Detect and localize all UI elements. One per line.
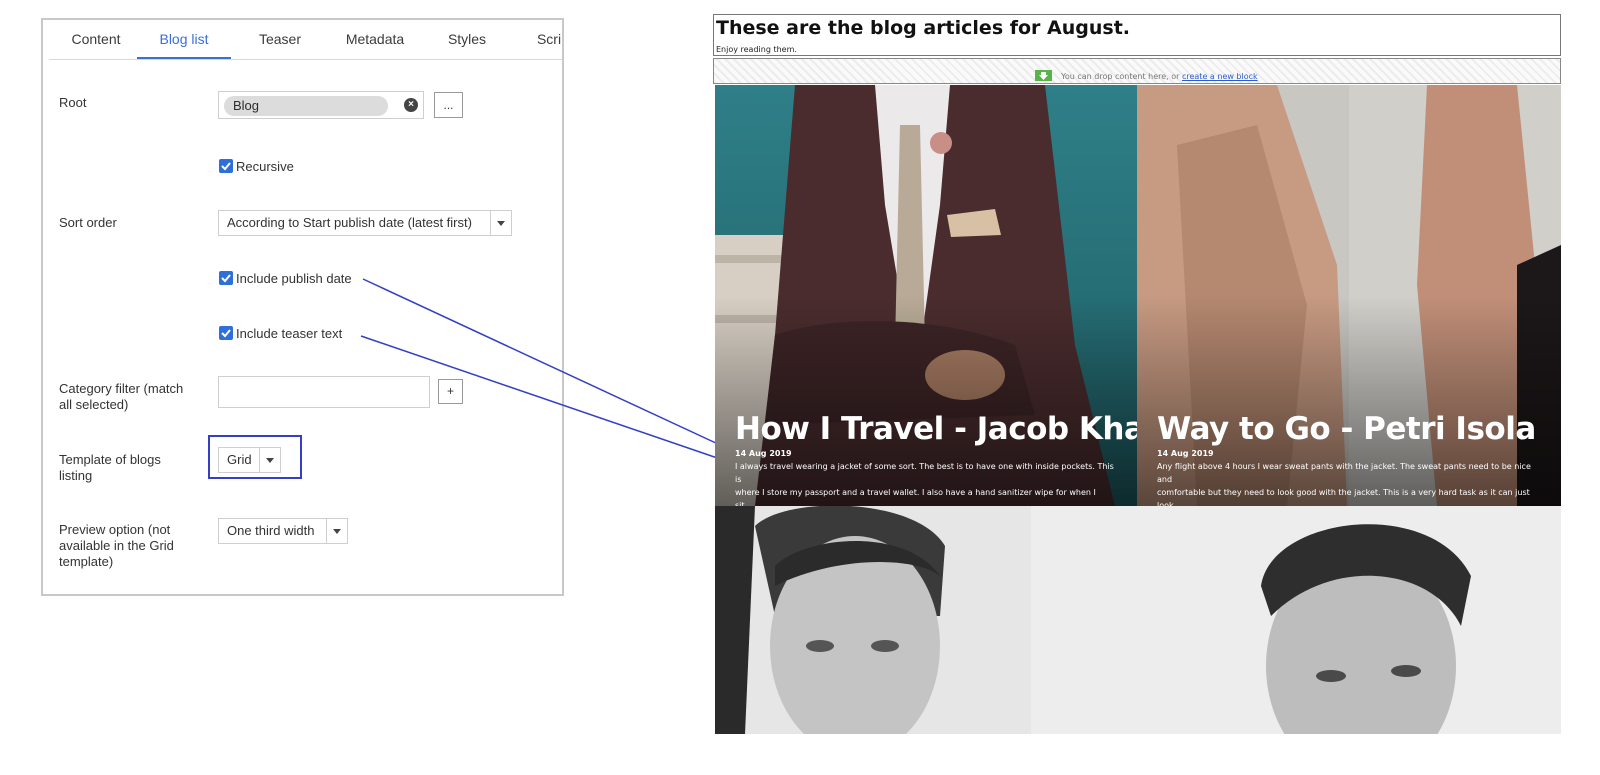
category-filter-label-line2: all selected) — [59, 397, 129, 412]
sort-order-label: Sort order — [59, 215, 117, 230]
include-teaser-text-label: Include teaser text — [236, 326, 343, 341]
include-teaser-text-checkbox[interactable] — [219, 326, 233, 340]
blog-card-image-portrait — [715, 506, 1031, 734]
template-label-line1: Template of blogs — [59, 452, 161, 467]
settings-tabs: Content Blog list Teaser Metadata Styles… — [49, 20, 562, 60]
drop-arrow-icon — [1035, 70, 1052, 81]
checkmark-icon — [221, 162, 231, 171]
include-publish-date-label: Include publish date — [236, 271, 352, 286]
blog-card-teaser: I always travel wearing a jacket of some… — [735, 460, 1115, 506]
preview-option-label: Preview option (not available in the Gri… — [59, 522, 174, 570]
root-value: Blog — [233, 98, 260, 113]
preview-option-value: One third width — [227, 523, 315, 538]
root-field[interactable]: Blog × — [218, 91, 424, 119]
tab-blog-list[interactable]: Blog list — [137, 20, 231, 59]
create-new-block-link[interactable]: create a new block — [1182, 72, 1258, 81]
blog-card-2[interactable]: Way to Go - Petri Isola 14 Aug 2019 Any … — [1137, 85, 1561, 506]
blog-card-teaser-line2: comfortable but they need to look good w… — [1157, 488, 1530, 506]
preview-option-select[interactable]: One third width — [218, 518, 348, 544]
chevron-down-icon — [490, 211, 511, 235]
template-value: Grid — [227, 452, 252, 467]
preview-option-label-line3: template) — [59, 554, 114, 569]
sort-order-select[interactable]: According to Start publish date (latest … — [218, 210, 512, 236]
heading-block[interactable]: These are the blog articles for August. … — [713, 14, 1561, 56]
recursive-label: Recursive — [236, 159, 294, 174]
include-publish-date-checkbox[interactable] — [219, 271, 233, 285]
tab-teaser[interactable]: Teaser — [245, 20, 315, 59]
sort-order-value: According to Start publish date (latest … — [227, 215, 472, 230]
blog-list-settings-panel: Content Blog list Teaser Metadata Styles… — [41, 18, 564, 596]
tab-content[interactable]: Content — [61, 20, 131, 59]
template-label-line2: listing — [59, 468, 93, 483]
add-category-button[interactable]: + — [438, 379, 463, 404]
blog-card-title[interactable]: Way to Go - Petri Isola — [1157, 411, 1536, 447]
blog-card-teaser: Any flight above 4 hours I wear sweat pa… — [1157, 460, 1537, 506]
root-label: Root — [59, 95, 87, 110]
drop-zone-text: You can drop content here, or create a n… — [1061, 72, 1258, 81]
root-value-pill: Blog — [224, 96, 388, 116]
preview-option-label-line1: Preview option (not — [59, 522, 171, 537]
blog-card-teaser-line1: I always travel wearing a jacket of some… — [735, 462, 1114, 484]
blog-card-4[interactable] — [1031, 506, 1561, 734]
blog-card-title[interactable]: How I Travel - Jacob Khan — [735, 411, 1137, 447]
blog-card-3[interactable] — [715, 506, 1031, 734]
tab-scripts[interactable]: Scri — [529, 20, 562, 59]
blog-card-date: 14 Aug 2019 — [735, 449, 792, 458]
checkmark-icon — [221, 329, 231, 338]
category-filter-input[interactable] — [218, 376, 430, 408]
content-drop-zone[interactable]: You can drop content here, or create a n… — [713, 58, 1561, 84]
chevron-down-icon — [259, 448, 280, 472]
browse-button[interactable]: ... — [434, 92, 463, 118]
blog-card-teaser-line1: Any flight above 4 hours I wear sweat pa… — [1157, 462, 1531, 484]
template-select[interactable]: Grid — [218, 447, 281, 473]
blog-card-1[interactable]: How I Travel - Jacob Khan 14 Aug 2019 I … — [715, 85, 1137, 506]
tab-styles[interactable]: Styles — [437, 20, 497, 59]
chevron-down-icon — [326, 519, 347, 543]
checkmark-icon — [221, 274, 231, 283]
page-title: These are the blog articles for August. — [716, 17, 1131, 39]
clear-icon[interactable]: × — [404, 98, 418, 112]
drop-zone-message: You can drop content here, or — [1061, 72, 1180, 81]
category-filter-label-line1: Category filter (match — [59, 381, 184, 396]
blog-card-image-portrait — [1031, 506, 1561, 734]
blog-card-date: 14 Aug 2019 — [1157, 449, 1214, 458]
template-label: Template of blogs listing — [59, 452, 161, 484]
preview-option-label-line2: available in the Grid — [59, 538, 174, 553]
page-preview: These are the blog articles for August. … — [713, 14, 1561, 734]
category-filter-label: Category filter (match all selected) — [59, 381, 183, 413]
recursive-checkbox[interactable] — [219, 159, 233, 173]
page-subtitle: Enjoy reading them. — [716, 45, 797, 54]
tab-metadata[interactable]: Metadata — [335, 20, 415, 59]
blog-card-teaser-line2: where I store my passport and a travel w… — [735, 488, 1096, 506]
